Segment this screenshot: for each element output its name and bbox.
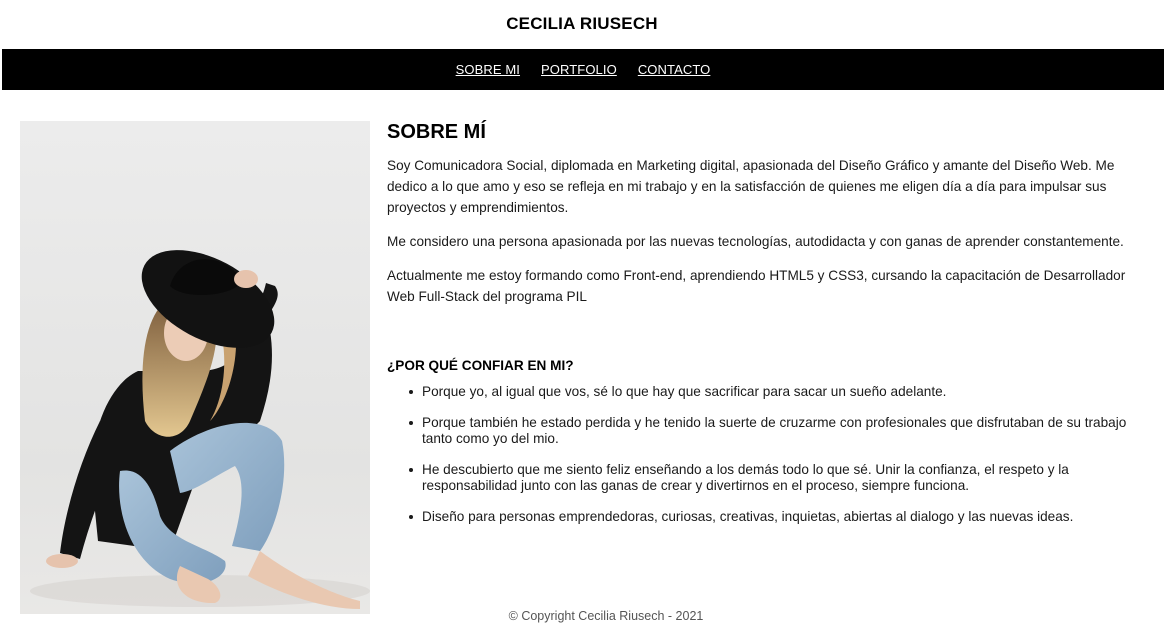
nav-link-portfolio[interactable]: PORTFOLIO bbox=[541, 62, 617, 77]
nav-link-sobre-mi[interactable]: SOBRE MI bbox=[456, 62, 520, 77]
reason-text: Porque también he estado perdida y he te… bbox=[422, 415, 1127, 446]
main-navbar: SOBRE MI PORTFOLIO CONTACTO bbox=[2, 49, 1164, 90]
about-paragraph: Actualmente me estoy formando como Front… bbox=[387, 268, 1126, 304]
reason-item: He descubierto que me siento feliz enseñ… bbox=[409, 462, 1149, 494]
reason-item: Diseño para personas emprendedoras, curi… bbox=[409, 509, 1149, 525]
reason-text: He descubierto que me siento feliz enseñ… bbox=[422, 462, 1069, 493]
page: CECILIA RIUSECH SOBRE MI PORTFOLIO CONTA… bbox=[0, 0, 1164, 642]
reason-text: Porque yo, al igual que vos, sé lo que h… bbox=[422, 384, 947, 399]
bullet-icon bbox=[409, 515, 413, 519]
about-paragraph: Me considero una persona apasionada por … bbox=[387, 234, 1124, 249]
about-paragraph: Soy Comunicadora Social, diplomada en Ma… bbox=[387, 158, 1115, 215]
bullet-icon bbox=[409, 468, 413, 472]
about-section: SOBRE MÍ Soy Comunicadora Social, diplom… bbox=[387, 121, 1149, 540]
profile-photo bbox=[20, 121, 370, 614]
copyright-footer: © Copyright Cecilia Riusech - 2021 bbox=[508, 609, 704, 623]
bullet-icon bbox=[409, 421, 413, 425]
nav-link-contacto[interactable]: CONTACTO bbox=[638, 62, 711, 77]
reason-item: Porque también he estado perdida y he te… bbox=[409, 415, 1149, 447]
why-trust-heading: ¿POR QUÉ CONFIAR EN MI? bbox=[387, 358, 574, 373]
reason-text: Diseño para personas emprendedoras, curi… bbox=[422, 509, 1074, 524]
site-title: CECILIA RIUSECH bbox=[506, 14, 658, 33]
about-heading: SOBRE MÍ bbox=[387, 121, 486, 143]
reasons-list: Porque yo, al igual que vos, sé lo que h… bbox=[387, 384, 1149, 525]
bullet-icon bbox=[409, 390, 413, 394]
reason-item: Porque yo, al igual que vos, sé lo que h… bbox=[409, 384, 1149, 400]
